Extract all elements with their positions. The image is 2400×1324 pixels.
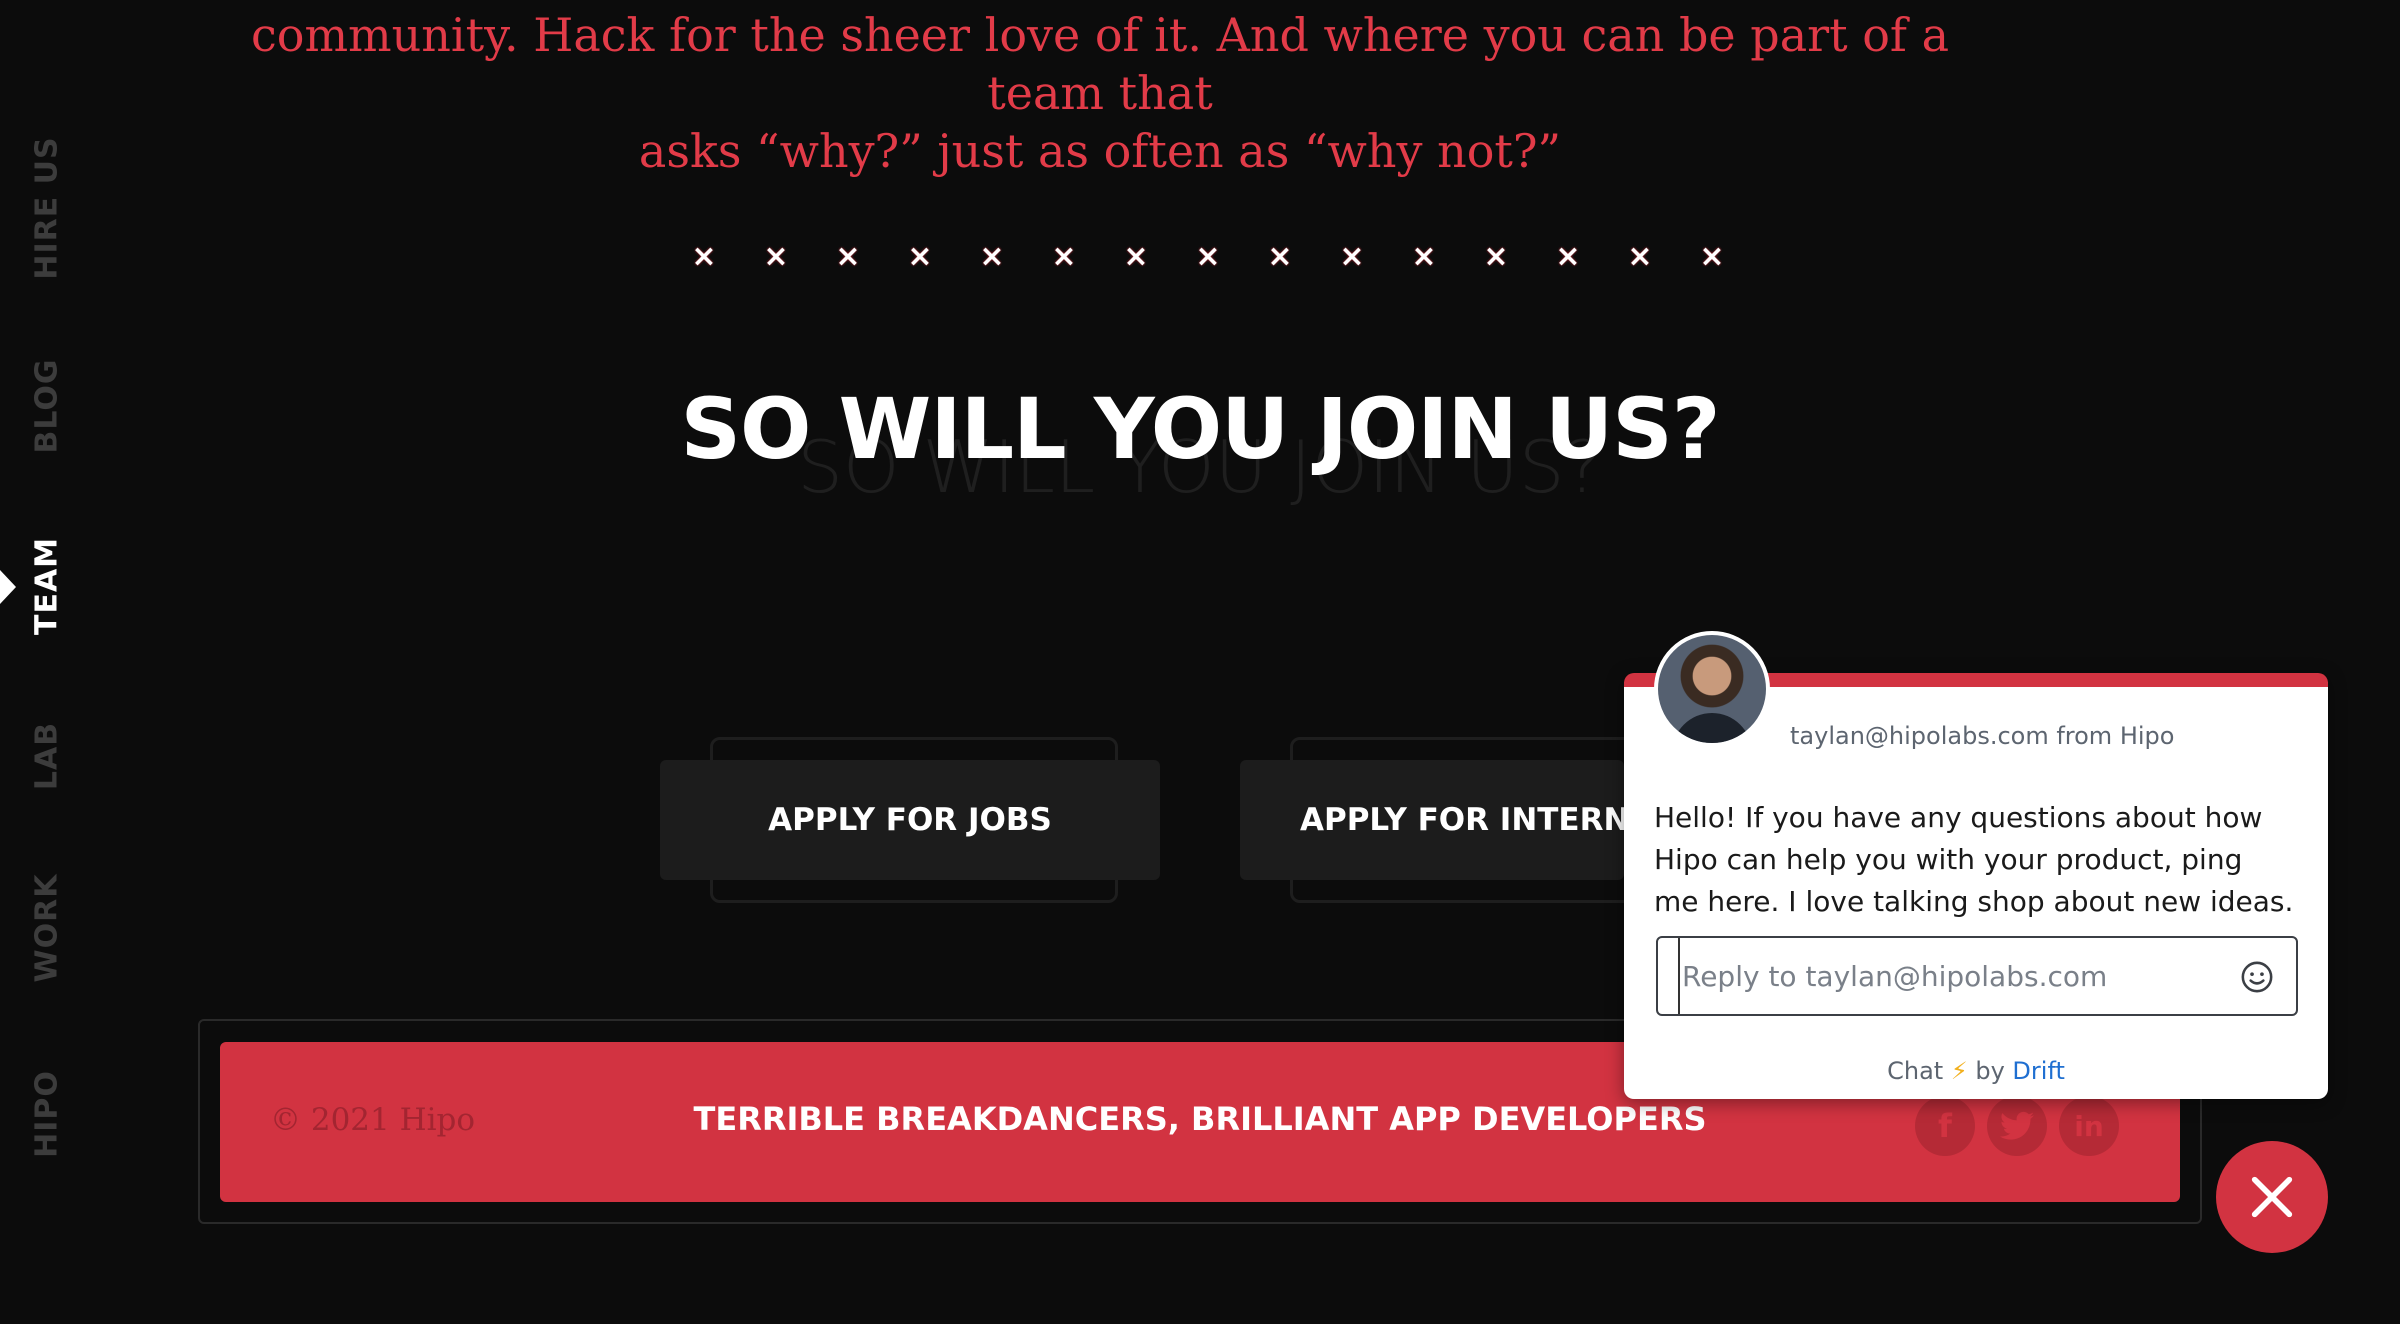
chat-reply-input[interactable] <box>1678 938 2218 1014</box>
x-mark: × <box>1051 238 1077 274</box>
chat-close-button[interactable] <box>2216 1141 2328 1253</box>
x-mark: × <box>1699 238 1725 274</box>
x-mark: × <box>1627 238 1653 274</box>
nav-item-team[interactable]: TEAM <box>30 537 65 635</box>
nav-item-hipo[interactable]: HIPO <box>30 1070 65 1158</box>
lightning-icon: ⚡ <box>1950 1057 1968 1085</box>
x-mark: × <box>979 238 1005 274</box>
x-mark: × <box>1267 238 1293 274</box>
branding-by-label: by <box>1975 1057 2005 1085</box>
intro-text: community. Hack for the sheer love of it… <box>200 0 2000 180</box>
avatar <box>1654 631 1770 747</box>
x-mark: × <box>1195 238 1221 274</box>
footer-tagline: TERRIBLE BREAKDANCERS, BRILLIANT APP DEV… <box>693 1100 1707 1138</box>
chat-panel: taylan@hipolabs.com from Hipo Hello! If … <box>1624 631 2328 1099</box>
chat-message: Hello! If you have any questions about h… <box>1654 801 2294 918</box>
x-mark: × <box>1123 238 1149 274</box>
x-mark: × <box>1483 238 1509 274</box>
x-separator: × × × × × × × × × × × × × × × <box>668 234 1748 278</box>
apply-internships-button[interactable]: APPLY FOR INTERNSHIPS <box>1240 760 1624 880</box>
x-mark: × <box>1411 238 1437 274</box>
active-nav-indicator <box>0 570 16 604</box>
side-nav: HIRE US BLOG TEAM LAB WORK HIPO <box>0 0 100 1324</box>
linkedin-icon[interactable]: in <box>2059 1096 2119 1156</box>
drift-link[interactable]: Drift <box>2012 1057 2064 1085</box>
apply-jobs-button[interactable]: APPLY FOR JOBS <box>660 760 1160 880</box>
x-mark: × <box>763 238 789 274</box>
chat-reply-box <box>1656 936 2298 1016</box>
nav-item-work[interactable]: WORK <box>30 874 65 983</box>
intro-line-2: asks “why?” just as often as “why not?” <box>638 124 1562 178</box>
x-mark: × <box>835 238 861 274</box>
join-title: SO WILL YOU JOIN US? <box>680 380 1721 478</box>
nav-item-hire-us[interactable]: HIRE US <box>30 136 65 279</box>
x-mark: × <box>1555 238 1581 274</box>
x-mark: × <box>691 238 717 274</box>
twitter-icon[interactable] <box>1987 1096 2047 1156</box>
intro-line-1: community. Hack for the sheer love of it… <box>250 8 1950 120</box>
nav-item-lab[interactable]: LAB <box>30 722 65 790</box>
close-icon <box>2251 1176 2293 1218</box>
emoji-icon[interactable] <box>2240 960 2274 994</box>
chat-branding: Chat ⚡ by Drift <box>1624 1057 2328 1085</box>
x-mark: × <box>1339 238 1365 274</box>
branding-chat-label: Chat <box>1887 1057 1944 1085</box>
chat-sender: taylan@hipolabs.com from Hipo <box>1790 722 2175 750</box>
x-mark: × <box>907 238 933 274</box>
facebook-icon[interactable]: f <box>1915 1096 1975 1156</box>
